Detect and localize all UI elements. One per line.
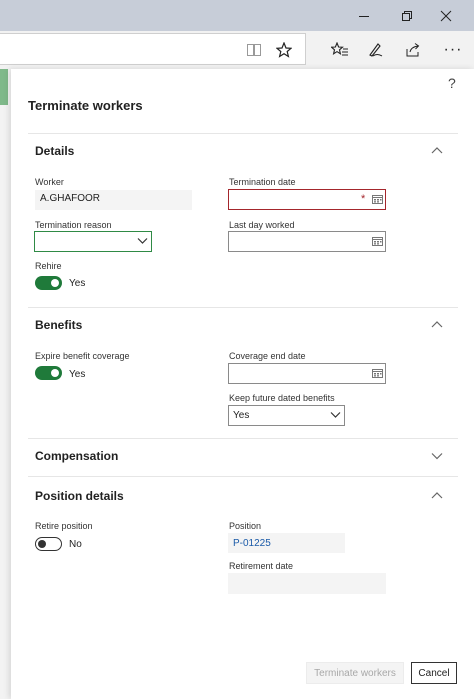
worker-field: A.GHAFOOR	[35, 190, 192, 210]
dialog-title: Terminate workers	[28, 98, 143, 113]
calendar-icon[interactable]	[372, 194, 383, 204]
retirement-date-field	[228, 573, 386, 594]
cancel-button[interactable]: Cancel	[411, 662, 457, 684]
book-icon	[247, 44, 261, 56]
coverage-end-date-input[interactable]	[228, 363, 386, 384]
keep-future-benefits-label: Keep future dated benefits	[229, 393, 335, 403]
terminate-workers-button[interactable]: Terminate workers	[306, 662, 404, 684]
notes-button[interactable]	[360, 36, 390, 64]
background-nav-accent	[0, 69, 8, 105]
benefits-header-label: Benefits	[35, 318, 83, 332]
retire-position-label: Retire position	[35, 521, 93, 531]
termination-reason-label: Termination reason	[35, 220, 112, 230]
restore-icon	[402, 10, 412, 21]
retire-position-toggle[interactable]	[35, 537, 62, 551]
more-icon: ···	[443, 41, 463, 58]
chevron-up-icon[interactable]	[430, 146, 444, 156]
termination-date-label: Termination date	[229, 177, 296, 187]
rehire-state-label: Yes	[69, 278, 86, 289]
calendar-icon[interactable]	[372, 368, 383, 378]
favorites-hub-button[interactable]	[325, 36, 355, 64]
favorite-button[interactable]	[269, 36, 299, 64]
chevron-down-icon	[330, 412, 341, 418]
expire-benefit-label: Expire benefit coverage	[35, 351, 130, 361]
toggle-knob	[38, 540, 46, 548]
toggle-knob	[51, 369, 59, 377]
last-day-worked-label: Last day worked	[229, 220, 295, 230]
rehire-toggle[interactable]	[35, 276, 62, 290]
position-label: Position	[229, 521, 262, 531]
restore-button[interactable]	[387, 0, 427, 31]
share-button[interactable]	[398, 36, 428, 64]
minimize-button[interactable]	[344, 0, 384, 31]
more-button[interactable]: ···	[438, 36, 468, 64]
chevron-down-icon[interactable]	[430, 451, 444, 461]
compensation-header-label: Compensation	[35, 449, 119, 463]
details-header-label: Details	[35, 144, 75, 158]
minimize-icon	[359, 15, 369, 17]
position-header-label: Position details	[35, 489, 124, 503]
expire-benefit-toggle[interactable]	[35, 366, 62, 380]
calendar-icon[interactable]	[372, 236, 383, 246]
help-icon[interactable]: ?	[448, 75, 456, 91]
reading-view-button[interactable]	[239, 36, 269, 64]
details-section-header[interactable]	[28, 134, 458, 168]
retire-position-state-label: No	[69, 539, 82, 550]
pen-icon	[369, 43, 383, 57]
star-list-icon	[331, 42, 348, 56]
retirement-date-label: Retirement date	[229, 561, 294, 571]
coverage-end-date-label: Coverage end date	[229, 351, 306, 361]
rehire-label: Rehire	[35, 261, 62, 271]
termination-reason-select[interactable]	[34, 231, 152, 252]
share-icon	[406, 43, 420, 57]
position-link[interactable]: P-01225	[233, 538, 271, 549]
keep-future-benefits-value: Yes	[233, 410, 250, 421]
chevron-down-icon	[137, 238, 148, 244]
toggle-knob	[51, 279, 59, 287]
worker-label: Worker	[35, 177, 64, 187]
close-window-button[interactable]	[426, 0, 466, 31]
expire-benefit-state-label: Yes	[69, 369, 86, 380]
chevron-up-icon[interactable]	[430, 320, 444, 330]
chevron-up-icon[interactable]	[430, 491, 444, 501]
last-day-worked-input[interactable]	[228, 231, 386, 252]
star-icon	[276, 42, 292, 58]
benefits-section-header[interactable]	[28, 308, 458, 342]
required-marker: *	[361, 193, 366, 205]
close-icon	[440, 10, 452, 21]
